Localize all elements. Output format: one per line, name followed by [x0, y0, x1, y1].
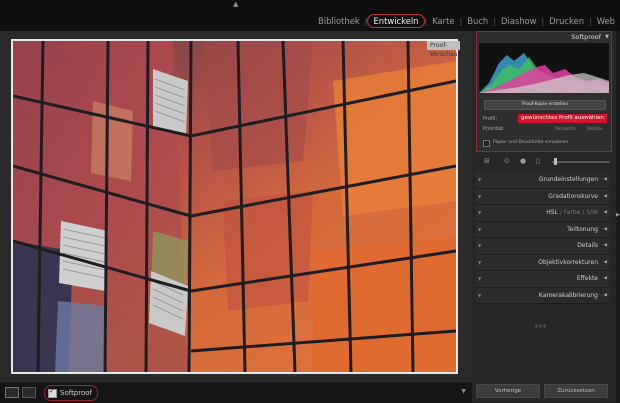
preview-area: Proof-Vorschau: [0, 31, 472, 381]
priority-relative-option[interactable]: Relativ: [587, 127, 602, 132]
priority-label: Priorität:: [483, 126, 505, 132]
section-expand-icon[interactable]: ◀: [604, 177, 607, 182]
section-expand-icon[interactable]: ◀: [604, 227, 607, 232]
section-label: Gradationskurve: [548, 192, 598, 200]
softproof-toggle[interactable]: Softproof: [44, 385, 99, 401]
section-switch-icon[interactable]: ▼: [478, 194, 481, 199]
section-switch-icon[interactable]: ▼: [478, 227, 481, 232]
photo-preview[interactable]: [13, 41, 456, 372]
iso-value: ISO 250: [486, 89, 504, 94]
previous-button[interactable]: Vorherige: [476, 384, 540, 398]
section-expand-icon[interactable]: ◀: [604, 194, 607, 199]
tool-strip: ⊞ ⊙ ● ▯: [476, 156, 610, 167]
section-kamerakalibrierung[interactable]: ▼ Kamerakalibrierung ◀: [476, 287, 610, 304]
section-expand-icon[interactable]: ◀: [604, 210, 607, 215]
right-panel-toggle-icon[interactable]: ▶: [616, 212, 620, 218]
section-switch-icon[interactable]: ▼: [478, 293, 481, 298]
section-label: Effekte: [576, 275, 598, 282]
before-after-icon[interactable]: [22, 387, 36, 398]
tool-slider-track[interactable]: [552, 161, 610, 163]
panel-end-ornament-icon: ❦❦❦: [533, 323, 547, 330]
module-entwickeln[interactable]: Entwickeln: [367, 14, 425, 28]
aperture-value: f / 4,0: [553, 89, 567, 94]
collapse-top-icon[interactable]: ▲: [233, 0, 238, 8]
toolbar-menu-icon[interactable]: ▼: [461, 388, 466, 395]
profile-dropdown[interactable]: gewünschtes Profil auswählen: [518, 114, 607, 123]
module-drucken[interactable]: Drucken: [544, 16, 589, 26]
bottom-toolbar: Softproof ▼: [0, 381, 472, 403]
right-panel: Softproof ▼ ISO 250 24,4 mm f / 4,0 1/30…: [472, 31, 620, 402]
tool-slider-knob[interactable]: [554, 158, 557, 165]
tab-separator: /: [582, 209, 585, 216]
redeye-tool-icon[interactable]: ▯: [536, 157, 540, 166]
priority-perceptual-option[interactable]: Perzeptiv: [555, 127, 576, 132]
softproof-panel-title: Softproof: [571, 33, 601, 41]
section-teiltonung[interactable]: ▼ Teiltonung ◀: [476, 221, 610, 238]
panel-collapse-icon[interactable]: ▼: [605, 32, 609, 42]
section-switch-icon[interactable]: ▼: [478, 260, 481, 265]
softproof-label: Softproof: [60, 389, 93, 397]
spot-removal-icon[interactable]: ●: [520, 157, 526, 166]
module-buch[interactable]: Buch: [462, 16, 493, 26]
section-label: Kamerakalibrierung: [538, 291, 598, 299]
create-proof-copy-button[interactable]: Proof-Kopie erstellen: [484, 100, 606, 110]
crop-tool-icon[interactable]: ⊙: [504, 157, 510, 166]
softproof-checkbox[interactable]: [48, 387, 57, 398]
histogram-info: ISO 250 24,4 mm f / 4,0 1/30 Sek.: [479, 89, 609, 94]
section-switch-icon[interactable]: ▼: [478, 210, 481, 215]
module-diashow[interactable]: Diashow: [496, 16, 542, 26]
proof-preview-label: Proof-Vorschau: [427, 41, 461, 58]
section-expand-icon[interactable]: ◀: [604, 260, 607, 265]
section-expand-icon[interactable]: ◀: [604, 293, 607, 298]
module-bar: ▲ Bibliothek | Entwickeln | Karte | Buch…: [0, 0, 620, 31]
module-karte[interactable]: Karte: [427, 16, 459, 26]
module-web[interactable]: Web: [592, 16, 620, 26]
develop-sections: ▼ Grundeinstellungen ◀ ▼ Gradationskurve…: [476, 172, 610, 304]
grid-tool-icon[interactable]: ⊞: [484, 157, 490, 166]
tab-separator: /: [559, 209, 562, 216]
loupe-view-icon[interactable]: [5, 387, 19, 398]
section-switch-icon[interactable]: ▼: [478, 243, 481, 248]
section-label: Details: [577, 242, 598, 249]
section-hsl[interactable]: ▼ HSL / Farbe / S/W ◀: [476, 205, 610, 222]
section-expand-icon[interactable]: ◀: [604, 276, 607, 281]
section-label: HSL / Farbe / S/W: [546, 209, 598, 216]
section-label: Objektivkorrekturen: [538, 258, 598, 266]
section-label: Grundeinstellungen: [538, 176, 598, 183]
simulate-paper-checkbox[interactable]: [483, 140, 490, 147]
section-switch-icon[interactable]: ▼: [478, 276, 481, 281]
section-grundeinstellungen[interactable]: ▼ Grundeinstellungen ◀: [476, 172, 610, 189]
shutter-value: 1/30 Sek.: [580, 89, 602, 94]
softproof-panel-header[interactable]: Softproof ▼: [477, 32, 611, 42]
section-objektivkorrekturen[interactable]: ▼ Objektivkorrekturen ◀: [476, 254, 610, 271]
histogram[interactable]: [479, 43, 609, 93]
module-bibliothek[interactable]: Bibliothek: [313, 16, 365, 26]
profile-label: Profil:: [483, 116, 498, 122]
reset-button[interactable]: Zurücksetzen: [544, 384, 608, 398]
section-gradationskurve[interactable]: ▼ Gradationskurve ◀: [476, 188, 610, 205]
section-switch-icon[interactable]: ▼: [478, 177, 481, 182]
section-label: Teiltonung: [567, 225, 598, 233]
sw-tab[interactable]: S/W: [586, 209, 598, 216]
section-expand-icon[interactable]: ◀: [604, 243, 607, 248]
farbe-tab[interactable]: Farbe: [564, 209, 581, 216]
section-effekte[interactable]: ▼ Effekte ◀: [476, 271, 610, 288]
softproof-panel: Softproof ▼ ISO 250 24,4 mm f / 4,0 1/30…: [476, 31, 612, 152]
hsl-tab[interactable]: HSL: [546, 209, 558, 216]
photo-frame: Proof-Vorschau: [11, 39, 461, 374]
section-details[interactable]: ▼ Details ◀: [476, 238, 610, 255]
focal-length-value: 24,4 mm: [518, 89, 539, 94]
module-picker: Bibliothek | Entwickeln | Karte | Buch |…: [313, 12, 620, 30]
simulate-paper-label: Papier und Druckfarbe simulieren: [493, 140, 569, 145]
